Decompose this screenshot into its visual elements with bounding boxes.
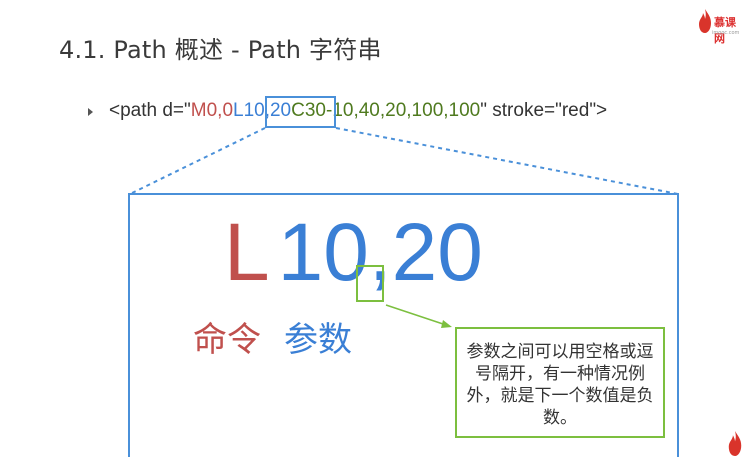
command-label: 命令	[193, 320, 261, 360]
big-command-letter: L	[224, 207, 270, 298]
args-label: 参数	[284, 320, 352, 360]
comma-highlight-box	[356, 265, 384, 302]
connector-left	[129, 127, 266, 195]
big-command-display: L10,20	[224, 212, 483, 294]
connector-right	[335, 127, 679, 195]
note-callout: 参数之间可以用空格或逗号隔开，有一种情况例外，就是下一个数值是负数。	[455, 327, 665, 438]
note-text: 参数之间可以用空格或逗号隔开，有一种情况例外，就是下一个数值是负数。	[466, 342, 654, 428]
corner-flame-icon	[728, 431, 742, 456]
